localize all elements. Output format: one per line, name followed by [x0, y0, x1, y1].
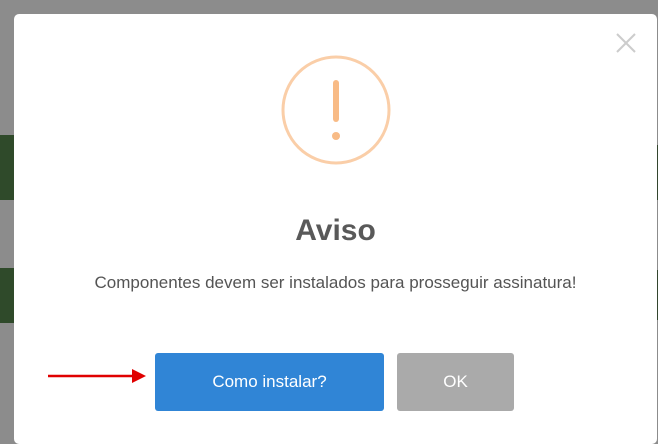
- dialog-title: Aviso: [295, 214, 376, 247]
- backdrop-panel: [0, 135, 14, 200]
- backdrop-panel: [0, 268, 14, 323]
- ok-button[interactable]: OK: [397, 353, 514, 411]
- close-icon[interactable]: [615, 32, 637, 54]
- warning-exclamation-icon: [280, 54, 392, 166]
- how-to-install-button[interactable]: Como instalar?: [155, 353, 384, 411]
- dialog-message: Componentes devem ser instalados para pr…: [94, 273, 577, 292]
- red-arrow-icon: [48, 367, 148, 385]
